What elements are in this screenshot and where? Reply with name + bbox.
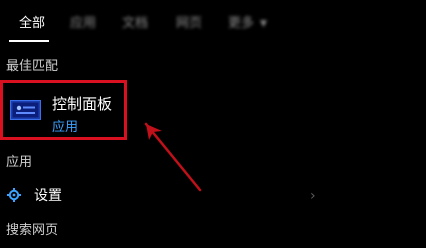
tab-documents[interactable]: 文档 bbox=[122, 15, 148, 33]
tab-more-label: 更多 bbox=[228, 16, 255, 31]
section-best-match-heading: 最佳匹配 bbox=[6, 59, 59, 74]
active-tab-indicator bbox=[9, 40, 49, 42]
control-panel-icon bbox=[10, 100, 41, 120]
chevron-right-icon: › bbox=[310, 188, 316, 204]
section-web-heading: 搜索网页 bbox=[6, 223, 59, 238]
chevron-down-icon: ▼ bbox=[260, 19, 267, 29]
result-app-name: 控制面板 bbox=[52, 95, 113, 113]
tab-more[interactable]: 更多 ▼ bbox=[228, 15, 267, 33]
app-item-settings[interactable]: 设置 › bbox=[0, 184, 330, 210]
search-filter-tabs: 全部 应用 文档 网页 更多 ▼ bbox=[0, 0, 426, 44]
section-apps-heading: 应用 bbox=[6, 155, 33, 170]
result-app-type: 应用 bbox=[52, 120, 79, 135]
tab-all[interactable]: 全部 bbox=[19, 15, 45, 33]
best-match-result[interactable]: 控制面板 应用 bbox=[0, 80, 127, 140]
tab-web[interactable]: 网页 bbox=[176, 15, 202, 33]
tab-apps[interactable]: 应用 bbox=[70, 15, 96, 33]
app-item-label: 设置 bbox=[34, 188, 62, 204]
gear-icon bbox=[7, 188, 21, 202]
